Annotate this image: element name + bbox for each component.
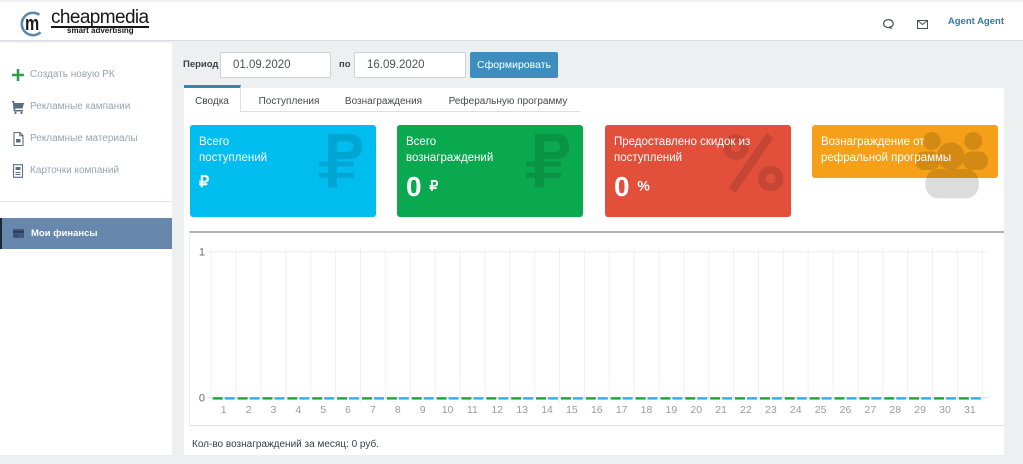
svg-text:24: 24	[790, 404, 802, 416]
svg-text:2: 2	[246, 404, 252, 416]
svg-text:5: 5	[320, 404, 326, 416]
svg-text:22: 22	[740, 404, 752, 416]
svg-text:13: 13	[516, 404, 528, 416]
svg-text:6: 6	[345, 404, 351, 416]
svg-text:21: 21	[715, 404, 727, 416]
svg-text:20: 20	[690, 404, 702, 416]
svg-text:18: 18	[641, 404, 653, 416]
svg-text:1: 1	[221, 404, 227, 416]
svg-text:25: 25	[815, 404, 827, 416]
svg-text:17: 17	[616, 404, 628, 416]
svg-text:8: 8	[395, 404, 401, 416]
svg-text:16: 16	[591, 404, 603, 416]
svg-text:29: 29	[914, 404, 926, 416]
svg-text:27: 27	[865, 404, 877, 416]
svg-text:3: 3	[271, 404, 277, 416]
svg-text:31: 31	[964, 404, 976, 416]
svg-text:30: 30	[939, 404, 951, 416]
svg-text:19: 19	[666, 404, 678, 416]
svg-text:10: 10	[442, 404, 454, 416]
svg-text:12: 12	[491, 404, 503, 416]
svg-text:9: 9	[420, 404, 426, 416]
svg-text:26: 26	[840, 404, 852, 416]
svg-text:1: 1	[199, 247, 205, 259]
svg-text:4: 4	[295, 404, 301, 416]
svg-text:7: 7	[370, 404, 376, 416]
svg-text:14: 14	[541, 404, 553, 416]
svg-text:0: 0	[199, 393, 205, 405]
svg-text:11: 11	[467, 404, 478, 416]
svg-text:15: 15	[566, 404, 578, 416]
svg-text:23: 23	[765, 404, 777, 416]
svg-text:28: 28	[889, 404, 901, 416]
